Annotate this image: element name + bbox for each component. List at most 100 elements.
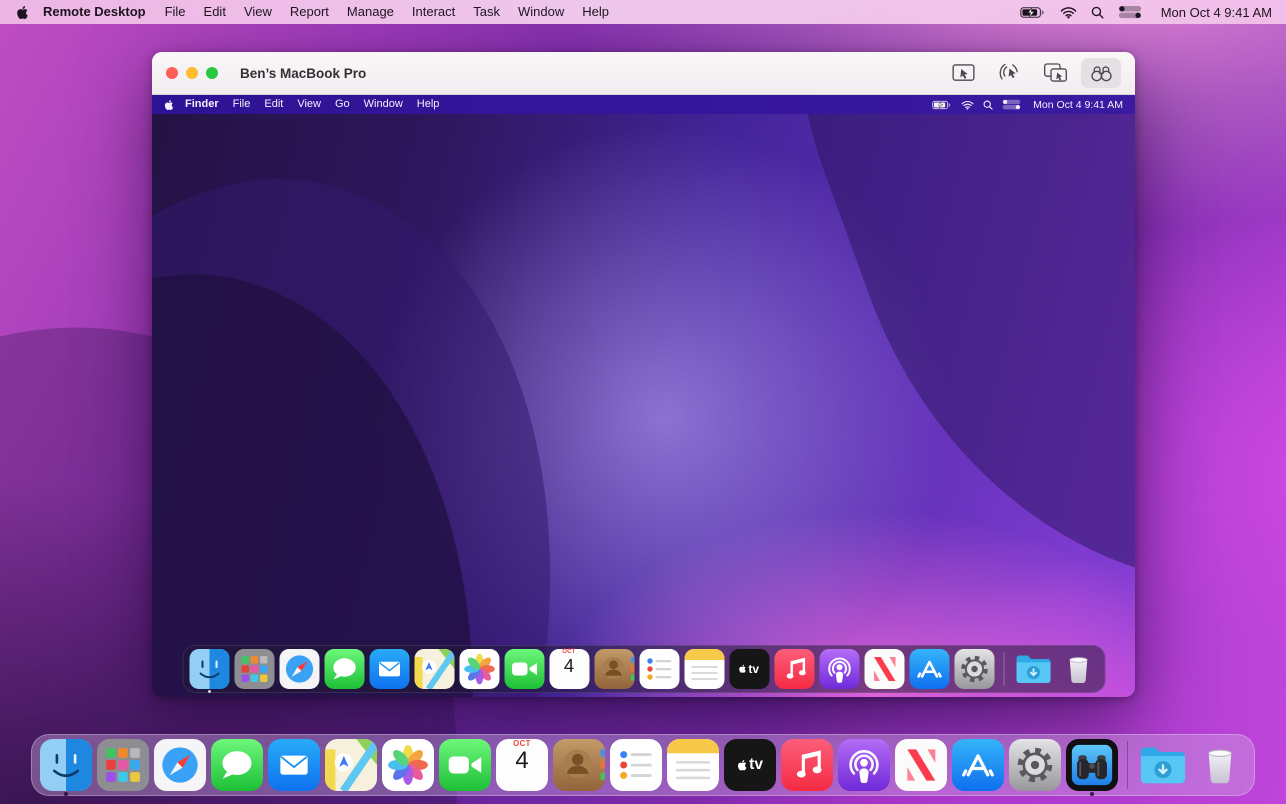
news-icon (895, 739, 947, 791)
control-center-icon[interactable] (1114, 5, 1146, 19)
menu-finder[interactable]: Finder (178, 95, 226, 114)
running-indicator (208, 690, 211, 693)
battery-icon[interactable] (1016, 6, 1050, 19)
menu-task[interactable]: Task (464, 0, 509, 24)
dock-item-photos[interactable] (382, 739, 434, 791)
dock-item-mail[interactable] (369, 649, 409, 689)
dock-item-downloads[interactable] (1137, 739, 1189, 791)
dock-item-maps[interactable] (414, 649, 454, 689)
menu-file[interactable]: File (226, 95, 258, 114)
menu-window[interactable]: Window (357, 95, 410, 114)
dock-item-messages[interactable] (324, 649, 364, 689)
dock-item-finder[interactable] (40, 739, 92, 791)
dock-item-mail[interactable] (268, 739, 320, 791)
dock-item-tv[interactable]: tv (724, 739, 776, 791)
window-toolbar (943, 58, 1121, 88)
remote-apple-menu[interactable] (164, 99, 174, 111)
remote-wallpaper (152, 114, 1135, 697)
dock-item-maps[interactable] (325, 739, 377, 791)
observe-binoculars-button[interactable] (1081, 58, 1121, 88)
control-screen-button[interactable] (943, 58, 983, 88)
safari-icon (279, 649, 319, 689)
remote-screen[interactable]: FinderFileEditViewGoWindowHelp Mon Oct 4… (152, 95, 1135, 697)
dock-item-launchpad[interactable] (97, 739, 149, 791)
dock-item-facetime[interactable] (439, 739, 491, 791)
dock-item-news[interactable] (864, 649, 904, 689)
window-title: Ben’s MacBook Pro (240, 66, 366, 81)
dock-item-safari[interactable] (279, 649, 319, 689)
dock-item-contacts[interactable] (553, 739, 605, 791)
dock-item-notes[interactable] (684, 649, 724, 689)
dock-item-downloads[interactable] (1013, 649, 1053, 689)
menu-help[interactable]: Help (573, 0, 618, 24)
photos-icon (382, 739, 434, 791)
minimize-button[interactable] (186, 67, 198, 79)
remote-menu-bar-clock[interactable]: Mon Oct 4 9:41 AM (1029, 99, 1123, 111)
dock-item-calendar[interactable]: OCT4 (496, 739, 548, 791)
running-indicator (64, 792, 68, 796)
zoom-button[interactable] (206, 67, 218, 79)
dock-item-reminders[interactable] (610, 739, 662, 791)
running-indicator (1090, 792, 1094, 796)
menu-file[interactable]: File (156, 0, 195, 24)
search-icon[interactable] (980, 100, 996, 110)
menu-help[interactable]: Help (410, 95, 447, 114)
photos-icon (459, 649, 499, 689)
dock-item-music[interactable] (774, 649, 814, 689)
dock-item-contacts[interactable] (594, 649, 634, 689)
dock-item-launchpad[interactable] (234, 649, 274, 689)
menu-bar-clock[interactable]: Mon Oct 4 9:41 AM (1155, 5, 1272, 20)
menu-window[interactable]: Window (509, 0, 573, 24)
dock-item-reminders[interactable] (639, 649, 679, 689)
menu-edit[interactable]: Edit (257, 95, 290, 114)
menu-view[interactable]: View (290, 95, 328, 114)
dock-item-tv[interactable]: tv (729, 649, 769, 689)
menu-view[interactable]: View (235, 0, 281, 24)
menu-manage[interactable]: Manage (338, 0, 403, 24)
music-icon (774, 649, 814, 689)
dock-item-facetime[interactable] (504, 649, 544, 689)
search-icon[interactable] (1087, 6, 1108, 19)
settings-icon (1009, 739, 1061, 791)
observe-binoculars-icon (1088, 61, 1115, 85)
dock-item-news[interactable] (895, 739, 947, 791)
dock-item-settings[interactable] (954, 649, 994, 689)
share-control-button[interactable] (989, 58, 1029, 88)
facetime-icon (439, 739, 491, 791)
menu-interact[interactable]: Interact (403, 0, 464, 24)
control-center-icon[interactable] (999, 99, 1024, 110)
dock-item-messages[interactable] (211, 739, 263, 791)
dock-item-podcasts[interactable] (819, 649, 859, 689)
dock-item-calendar[interactable]: OCT4 (549, 649, 589, 689)
dock-item-notes[interactable] (667, 739, 719, 791)
dock-item-appstore[interactable] (909, 649, 949, 689)
dock-item-appstore[interactable] (952, 739, 1004, 791)
dock: OCT4 tv (31, 734, 1255, 796)
curtain-button[interactable] (1035, 58, 1075, 88)
tv-logo: tv (724, 739, 776, 791)
wifi-icon[interactable] (1056, 6, 1081, 19)
wifi-icon[interactable] (958, 100, 977, 110)
menu-report[interactable]: Report (281, 0, 338, 24)
facetime-icon (504, 649, 544, 689)
dock-item-trash[interactable] (1194, 739, 1246, 791)
menu-remote-desktop[interactable]: Remote Desktop (33, 0, 156, 24)
dock-item-finder[interactable] (189, 649, 229, 689)
menu-go[interactable]: Go (328, 95, 357, 114)
dock-item-trash[interactable] (1058, 649, 1098, 689)
apple-menu[interactable] (16, 5, 29, 20)
battery-icon[interactable] (929, 100, 955, 110)
dock-item-safari[interactable] (154, 739, 206, 791)
dock-item-photos[interactable] (459, 649, 499, 689)
contacts-icon (553, 739, 605, 791)
dock-item-podcasts[interactable] (838, 739, 890, 791)
dock-item-music[interactable] (781, 739, 833, 791)
dock-item-settings[interactable] (1009, 739, 1061, 791)
window-titlebar[interactable]: Ben’s MacBook Pro (152, 52, 1135, 95)
podcasts-icon (838, 739, 890, 791)
menu-edit[interactable]: Edit (195, 0, 235, 24)
dock-item-remote-desktop[interactable] (1066, 739, 1118, 791)
desktop: Remote DesktopFileEditViewReportManageIn… (0, 0, 1286, 804)
mail-icon (369, 649, 409, 689)
close-button[interactable] (166, 67, 178, 79)
